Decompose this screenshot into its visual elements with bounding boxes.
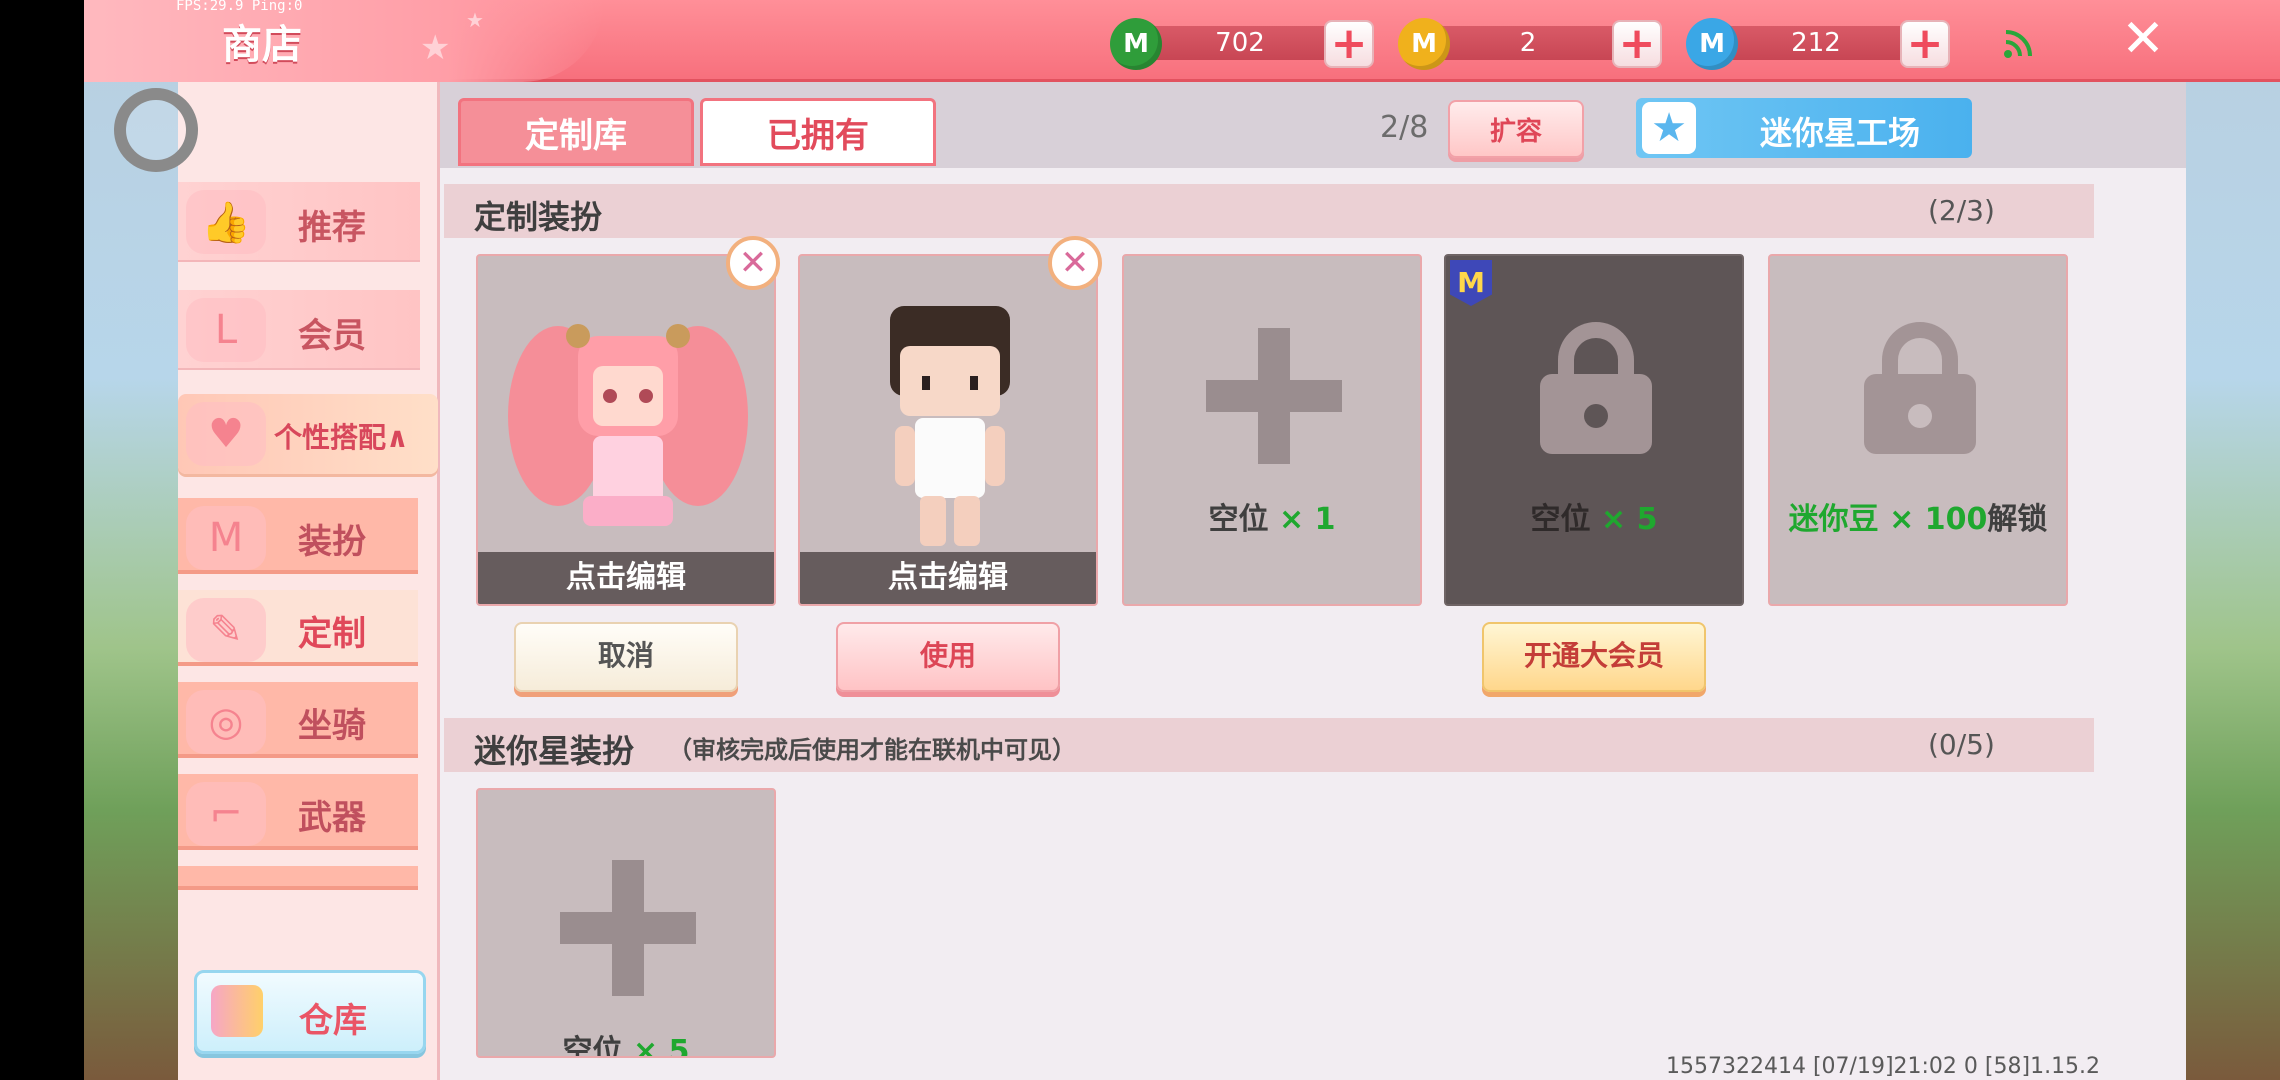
locked-vip-slot-card[interactable]: M 空位 × 5 (1444, 254, 1744, 606)
delete-outfit-button[interactable]: ✕ (726, 236, 780, 290)
currency-value: 702 (1215, 28, 1265, 58)
plus-icon (1206, 328, 1342, 464)
green-coin-icon: M (1110, 18, 1162, 70)
empty-slot-card[interactable]: 空位 × 5 (476, 788, 776, 1058)
section-count: (2/3) (1928, 194, 1995, 227)
open-vip-button[interactable]: 开通大会员 (1482, 622, 1706, 692)
outfit-card[interactable]: 点击编辑 (476, 254, 776, 606)
outfit-card[interactable]: 点击编辑 (798, 254, 1098, 606)
storage-label: 仓库 (299, 1001, 367, 1041)
sidebar-item-label: 推荐 (298, 208, 366, 248)
sidebar-item-label: 武器 (298, 798, 366, 838)
sidebar-subitem-partial[interactable] (178, 866, 418, 890)
section-count: (0/5) (1928, 728, 1995, 761)
currency-value: 212 (1791, 28, 1841, 58)
floating-circle-button[interactable] (114, 88, 198, 172)
sidebar-item-style[interactable]: ♥ 个性搭配∧ (178, 394, 438, 474)
edit-caption: 点击编辑 (478, 552, 774, 604)
slot-count: 2/8 (1380, 110, 1429, 145)
girl-avatar-image (508, 324, 748, 526)
unlock-text: 迷你豆 × 100解锁 (1788, 502, 2048, 537)
plus-icon (560, 860, 696, 996)
gold-coin-icon: M (1398, 18, 1450, 70)
slot-text: 空位 × 1 (1208, 502, 1336, 537)
empty-slot-card[interactable]: 空位 × 1 (1122, 254, 1422, 606)
shop-title-tab (84, 0, 604, 82)
vip-badge-icon: M (1450, 260, 1492, 306)
network-signal-icon (2004, 30, 2032, 58)
mini-star-factory-button[interactable]: ★ 迷你星工场 (1636, 98, 1972, 158)
lock-icon (1540, 322, 1652, 454)
currency-blue: 212 M + (1686, 18, 1956, 70)
chest-icon (211, 985, 263, 1037)
palette-icon: ♥ (186, 402, 266, 466)
sidebar-item-label: 坐骑 (298, 706, 366, 746)
sidebar-item-label: 会员 (298, 316, 366, 356)
sidebar-item-label: 定制 (298, 614, 366, 654)
stroller-icon: ◎ (186, 690, 266, 754)
slot-text: 空位 × 5 (562, 1034, 690, 1058)
delete-outfit-button[interactable]: ✕ (1048, 236, 1102, 290)
currency-value: 2 (1519, 28, 1537, 58)
star-decoration-icon: ★ (420, 28, 451, 68)
sidebar-subitem-custom[interactable]: ✎ 定制 (178, 590, 418, 666)
section-note: （审核完成后使用才能在联机中可见） (668, 736, 1076, 764)
slot-text: 空位 × 5 (1530, 502, 1658, 537)
tab-owned[interactable]: 已拥有 (700, 98, 936, 166)
sidebar-subitem-weapon[interactable]: ⌐ 武器 (178, 774, 418, 850)
locked-bean-slot-card[interactable]: 迷你豆 × 100解锁 (1768, 254, 2068, 606)
currency-green: 702 M + (1110, 18, 1380, 70)
tab-custom-library[interactable]: 定制库 (458, 98, 694, 166)
vip-card-icon: L (186, 298, 266, 362)
sidebar-subitem-outfit[interactable]: M 装扮 (178, 498, 418, 574)
sidebar-item-recommend[interactable]: 👍 推荐 (178, 182, 420, 262)
section-title: 迷你星装扮 (474, 732, 635, 770)
blue-coin-icon: M (1686, 18, 1738, 70)
add-gold-coin-button[interactable]: + (1612, 20, 1662, 68)
sidebar-item-vip[interactable]: L 会员 (178, 290, 420, 370)
storage-button[interactable]: 仓库 (194, 970, 426, 1054)
pencil-ruler-icon: ✎ (186, 598, 266, 662)
footer-info: 1557322414 [07/19]21:02 0 [58]1.15.2 (1666, 1054, 2101, 1079)
star-decoration-icon: ★ (466, 8, 484, 32)
gun-icon: ⌐ (186, 782, 266, 846)
expand-button[interactable]: 扩容 (1448, 100, 1584, 158)
cancel-button[interactable]: 取消 (514, 622, 738, 692)
edit-caption: 点击编辑 (800, 552, 1096, 604)
letterbox-left (0, 0, 84, 1080)
currency-gold: 2 M + (1398, 18, 1668, 70)
factory-label: 迷你星工场 (1760, 114, 1921, 152)
close-button[interactable]: ✕ (2118, 13, 2168, 65)
lock-icon (1864, 322, 1976, 454)
section-title: 定制装扮 (474, 198, 603, 236)
add-blue-coin-button[interactable]: + (1900, 20, 1950, 68)
thumbs-up-icon: 👍 (186, 190, 266, 254)
sidebar-item-label: 个性搭配∧ (274, 421, 409, 454)
section-header-custom (444, 184, 2094, 238)
sidebar-item-label: 装扮 (298, 522, 366, 562)
star-icon: ★ (1642, 102, 1696, 154)
add-green-coin-button[interactable]: + (1324, 20, 1374, 68)
boy-avatar-image (890, 306, 1010, 546)
sidebar-subitem-mount[interactable]: ◎ 坐骑 (178, 682, 418, 758)
shirt-icon: M (186, 506, 266, 570)
page-title: 商店 (222, 22, 302, 68)
use-button[interactable]: 使用 (836, 622, 1060, 692)
